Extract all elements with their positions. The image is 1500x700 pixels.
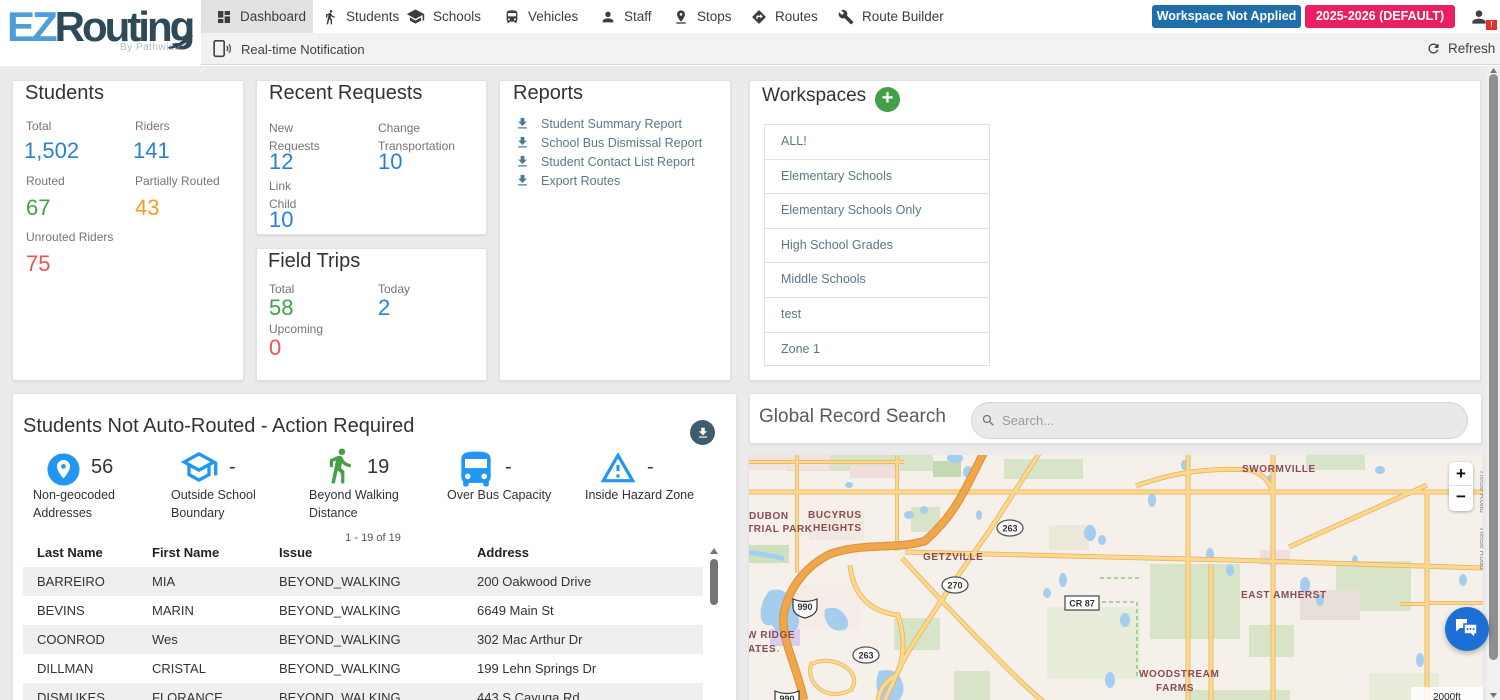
svg-text:W RIDGE: W RIDGE <box>749 630 795 641</box>
svg-text:SWORMVILLE: SWORMVILLE <box>1242 464 1316 475</box>
svg-text:ATES: ATES <box>749 644 776 655</box>
svg-text:263: 263 <box>1002 524 1017 534</box>
svg-text:WOODSTREAM: WOODSTREAM <box>1139 669 1219 680</box>
svg-text:990: 990 <box>779 694 794 700</box>
svg-text:FARMS: FARMS <box>1156 683 1194 694</box>
svg-text:Heise Road: Heise Road <box>1478 471 1483 513</box>
svg-text:CR 87: CR 87 <box>1069 599 1095 609</box>
svg-text:263: 263 <box>858 651 873 661</box>
svg-text:TRIAL PARK: TRIAL PARK <box>749 524 813 535</box>
svg-text:Heise Road: Heise Road <box>1478 528 1483 570</box>
svg-text:HEIGHTS: HEIGHTS <box>813 523 862 534</box>
svg-text:BUCYRUS: BUCYRUS <box>808 510 862 521</box>
svg-text:270: 270 <box>947 581 962 591</box>
svg-text:2000ft: 2000ft <box>1433 692 1461 700</box>
svg-text:990: 990 <box>797 602 812 612</box>
svg-text:EAST AMHERST: EAST AMHERST <box>1241 590 1327 601</box>
svg-text:DUBON: DUBON <box>749 511 789 522</box>
svg-text:GETZVILLE: GETZVILLE <box>923 552 983 563</box>
